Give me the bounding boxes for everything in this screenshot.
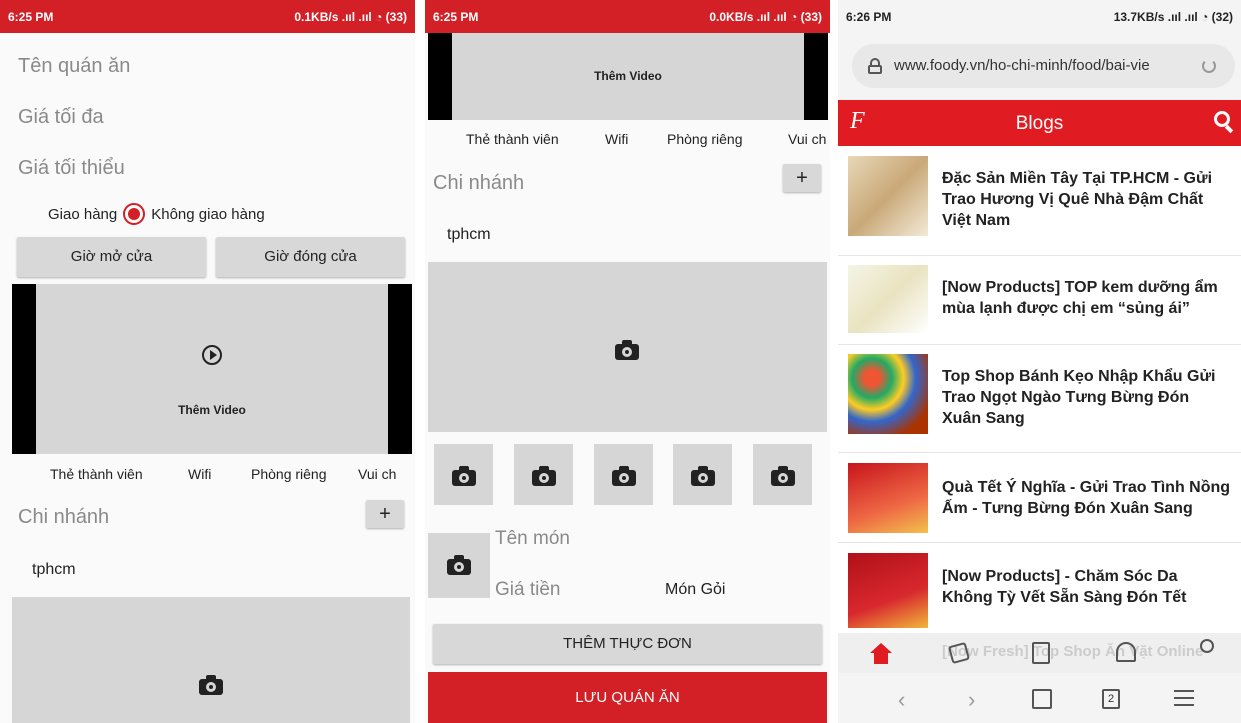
search-icon[interactable] [1214, 111, 1234, 134]
status-time: 6:25 PM [433, 9, 479, 24]
tag-member-card[interactable]: Thẻ thành viên [466, 131, 559, 147]
blog-item[interactable]: Đặc Sản Miền Tây Tại TP.HCM - Gửi Trao H… [838, 146, 1241, 256]
url-text[interactable]: www.foody.vn/ho-chi-minh/food/bai-vie [894, 57, 1184, 74]
profile-icon[interactable] [1200, 639, 1214, 653]
forward-icon[interactable]: › [968, 687, 975, 713]
back-icon[interactable]: ‹ [898, 687, 905, 713]
camera-icon [615, 340, 639, 360]
address-bar[interactable]: www.foody.vn/ho-chi-minh/food/bai-vie [852, 44, 1235, 88]
status-network: 0.1KB/s .ııl .ııl ◔ (33) [294, 9, 407, 24]
menu-icon[interactable] [1174, 690, 1194, 706]
home-page-icon[interactable] [1032, 689, 1052, 709]
lock-icon [868, 58, 882, 74]
blog-thumbnail [848, 354, 928, 434]
branch-value: tphcm [447, 226, 491, 243]
browser-toolbar: www.foody.vn/ho-chi-minh/food/bai-vie [838, 33, 1241, 100]
header-title: Blogs [1015, 113, 1064, 134]
tag-wifi[interactable]: Wifi [188, 466, 211, 482]
add-branch-button[interactable]: + [366, 500, 404, 528]
save-restaurant-button[interactable]: LƯU QUÁN ĂN [428, 672, 827, 723]
thumb-photo[interactable] [753, 444, 812, 505]
dish-name-field[interactable]: Tên món [495, 528, 570, 550]
tag-member-card[interactable]: Thẻ thành viên [50, 466, 143, 482]
dish-photo[interactable] [428, 533, 490, 598]
photo-area[interactable] [12, 597, 410, 723]
video-area[interactable]: Thêm Video [12, 284, 412, 454]
camera-icon [691, 466, 715, 486]
status-bar: 6:26 PM 13.7KB/s .ııl .ııl ◔ (32) [838, 0, 1241, 33]
camera-icon [532, 466, 556, 486]
camera-icon [199, 675, 223, 695]
tag-more[interactable]: Vui ch [788, 131, 830, 147]
home-icon[interactable] [870, 643, 892, 665]
blog-title: [Now Products] - Chăm Sóc Da Không Tỳ Vế… [942, 568, 1187, 606]
blog-thumbnail [848, 156, 928, 236]
status-bar: 6:25 PM 0.1KB/s .ııl .ııl ◔ (33) [0, 0, 415, 33]
play-icon [202, 345, 222, 365]
thumb-photo[interactable] [673, 444, 732, 505]
tabs-button[interactable]: 2 [1102, 689, 1120, 709]
bell-icon[interactable] [1116, 642, 1136, 662]
camera-icon [447, 555, 471, 575]
blog-thumbnail [848, 265, 928, 333]
bottom-nav: [Now Fresh] Top Shop Ăn Vặt Online [838, 633, 1241, 673]
tag-wifi[interactable]: Wifi [605, 131, 628, 147]
close-time-button[interactable]: Giờ đóng cửa [216, 237, 405, 277]
status-bar: 6:25 PM 0.0KB/s .ııl .ııl ◔ (33) [425, 0, 830, 33]
list-icon[interactable] [1032, 642, 1050, 664]
site-header: F Blogs [838, 100, 1241, 146]
delivery-off-label: Không giao hàng [151, 205, 265, 223]
status-time: 6:26 PM [846, 9, 892, 24]
tag-private-room[interactable]: Phòng riêng [667, 131, 743, 147]
browser-nav: ‹ › 2 [838, 673, 1241, 723]
right-screen: 6:26 PM 13.7KB/s .ııl .ııl ◔ (32) www.fo… [838, 0, 1241, 723]
tag-private-room[interactable]: Phòng riêng [251, 466, 327, 482]
status-time: 6:25 PM [8, 9, 54, 24]
status-network: 0.0KB/s .ııl .ııl ◔ (33) [709, 9, 822, 24]
left-screen: 6:25 PM 0.1KB/s .ııl .ııl ◔ (33) Tên quá… [0, 0, 415, 723]
blog-item[interactable]: [Now Products] TOP kem dưỡng ẩm mùa lạnh… [838, 256, 1241, 345]
main-photo[interactable] [428, 262, 827, 432]
blog-title: Quà Tết Ý Nghĩa - Gửi Trao Tình Nồng Ấm … [942, 479, 1231, 517]
thumb-photo[interactable] [434, 444, 493, 505]
delivery-on-label: Giao hàng [48, 205, 118, 223]
add-branch-button[interactable]: + [783, 164, 821, 192]
add-menu-button[interactable]: THÊM THỰC ĐƠN [433, 624, 822, 664]
reload-icon[interactable] [1202, 59, 1216, 73]
dish-price-field[interactable]: Giá tiền [495, 579, 560, 601]
camera-icon [452, 466, 476, 486]
video-area[interactable]: Thêm Video [428, 33, 828, 120]
blog-item[interactable]: Top Shop Bánh Kẹo Nhập Khẩu Gửi Trao Ngọ… [838, 345, 1241, 453]
blog-thumbnail [848, 553, 928, 628]
branch-label: Chi nhánh [433, 172, 525, 194]
branch-value: tphcm [32, 561, 76, 578]
max-price-field[interactable]: Giá tối đa [18, 106, 104, 129]
blog-title: [Now Products] TOP kem dưỡng ẩm mùa lạnh… [942, 279, 1218, 317]
blog-thumbnail [848, 463, 928, 533]
delivery-toggle[interactable]: Giao hàng Không giao hàng [48, 203, 265, 225]
thumb-photo[interactable] [514, 444, 573, 505]
min-price-field[interactable]: Giá tối thiểu [18, 157, 125, 180]
blog-title: Đặc Sản Miền Tây Tại TP.HCM - Gửi Trao H… [942, 170, 1213, 229]
camera-icon [771, 466, 795, 486]
radio-icon[interactable] [123, 203, 146, 225]
camera-icon [612, 466, 636, 486]
thumb-photo[interactable] [594, 444, 653, 505]
open-time-button[interactable]: Giờ mở cửa [17, 237, 206, 277]
status-network: 13.7KB/s .ııl .ııl ◔ (32) [1113, 9, 1233, 24]
blog-title: Top Shop Bánh Kẹo Nhập Khẩu Gửi Trao Ngọ… [942, 368, 1216, 427]
blog-item[interactable]: [Now Products] - Chăm Sóc Da Không Tỳ Vế… [838, 543, 1241, 633]
blog-item[interactable]: Quà Tết Ý Nghĩa - Gửi Trao Tình Nồng Ấm … [838, 453, 1241, 543]
branch-label: Chi nhánh [18, 506, 110, 528]
middle-screen: 6:25 PM 0.0KB/s .ııl .ııl ◔ (33) Thêm Vi… [425, 0, 830, 723]
peek-blog-title: [Now Fresh] Top Shop Ăn Vặt Online [942, 643, 1204, 660]
tag-more[interactable]: Vui ch [358, 466, 415, 482]
dish-type-select[interactable]: Món Gỏi [665, 581, 725, 599]
restaurant-name-field[interactable]: Tên quán ăn [18, 55, 130, 78]
add-video-label: Thêm Video [594, 69, 662, 83]
add-video-label: Thêm Video [178, 403, 246, 417]
